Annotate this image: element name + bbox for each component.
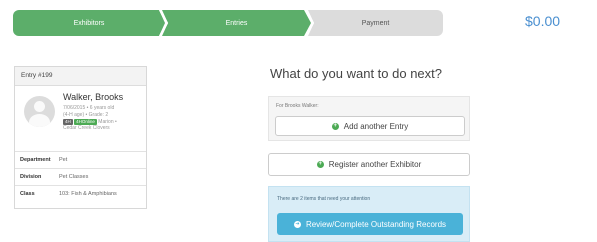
exhibitor-meta: 7/06/2015 • 6 years old (4-H age) • Grad… [63,105,145,132]
arrow-right-circle-icon: ➜ [293,220,301,228]
exhibitor-club-line: 4H 4HOnline Marion • [63,118,145,126]
panel-label: For Brooks Walker: [276,103,319,109]
4h-badge: 4H [63,118,73,125]
exhibitor-birthdate: 7/06/2015 • 6 years old [63,105,115,111]
avatar [24,96,55,127]
detail-value: Pet [59,157,68,163]
plus-circle-icon: + [331,122,339,130]
exhibitor-panel: For Brooks Walker: + Add another Entry [268,96,470,141]
detail-row-division: Division Pet Classes [15,168,146,185]
entry-card: Entry #199 Walker, Brooks 7/06/2015 • 6 … [14,66,147,209]
review-records-label: Review/Complete Outstanding Records [305,219,447,229]
detail-row-class: Class 103: Fish & Amphibians [15,185,146,202]
register-exhibitor-button[interactable]: + Register another Exhibitor [268,153,470,176]
exhibitor-grade: (4-H age) • Grade: 2 [63,111,109,118]
detail-row-department: Department Pet [15,151,146,168]
step-label: Entries [225,19,248,27]
4honline-badge: 4HOnline [74,118,97,125]
step-label: Exhibitors [73,19,105,27]
step-label: Payment [361,19,390,27]
detail-key: Department [20,157,51,163]
detail-value: 103: Fish & Amphibians [59,191,117,197]
register-exhibitor-label: Register another Exhibitor [328,160,422,169]
exhibitor-club: Cedar Creek Clovers [63,125,110,132]
exhibitor-county: Marion • [96,118,117,125]
step-divider [159,10,169,36]
cart-total: $0.00 [525,13,561,29]
next-heading: What do you want to do next? [270,66,442,81]
entry-details: Department Pet Division Pet Classes Class 1… [15,151,146,202]
alert-text: There are 2 items that need your attenti… [277,196,371,202]
progress-steps: Exhibitors Entries Payment [13,10,443,36]
attention-alert: There are 2 items that need your attenti… [268,186,470,242]
exhibitor-name: Walker, Brooks [63,92,124,102]
step-entries[interactable]: Entries [162,10,311,36]
review-records-button[interactable]: ➜ Review/Complete Outstanding Records [277,213,463,235]
detail-value: Pet Classes [59,174,89,180]
step-exhibitors[interactable]: Exhibitors [13,10,165,36]
plus-circle-icon: + [316,161,324,168]
step-divider [305,10,315,36]
add-entry-label: Add another Entry [343,121,409,131]
detail-key: Division [20,174,42,180]
step-payment[interactable]: Payment [308,10,443,36]
detail-key: Class [20,191,35,197]
entry-title: Entry #199 [15,67,146,86]
add-entry-button[interactable]: + Add another Entry [275,116,465,136]
